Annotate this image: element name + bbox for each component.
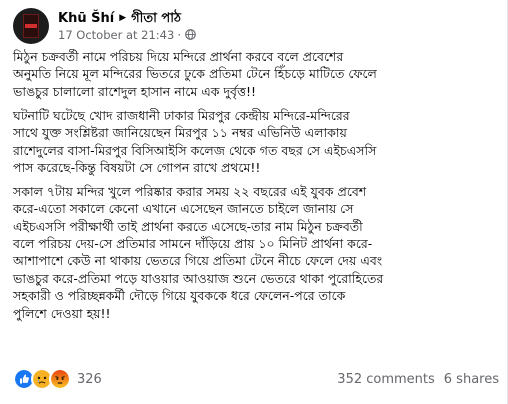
engagement-stats: 352 comments 6 shares (337, 372, 499, 387)
post-text-line: রাশেদুলের বাসা-মিরপুর বিসিআইসি কলেজ থেকে… (13, 142, 377, 158)
post-paragraph-2: ঘটনাটি ঘটেছে খোদ রাজধানী ঢাকার মিরপুর কে… (13, 107, 499, 177)
book-cover-image (23, 14, 39, 38)
post-footer: 326 352 comments 6 shares (13, 368, 499, 390)
globe-icon[interactable] (185, 29, 196, 40)
post-text-line: অনুমতি নিয়ে মূল মন্দিরের ভিতরে ঢুকে প্র… (13, 66, 377, 82)
shares-count[interactable]: 6 shares (444, 372, 499, 387)
author-name[interactable]: Khū Šhí (58, 10, 114, 27)
post-text-line: সহকারী ও পরিচ্ছন্নকর্মী দৌড়ে গিয়ে যুবক… (13, 288, 346, 304)
comments-count[interactable]: 352 comments (337, 372, 434, 387)
post-text-line: ভাঙচুর চালালো রাশেদুল হাসান নামে এক দুর্… (13, 83, 256, 99)
post-text-line: করে-এতো সকালে কেনো এখানে এসেছেন জানতে চা… (13, 201, 354, 217)
post-text-line: আশাপাশে কেউ না থাকায় ভেতরে গিয়ে প্রতিম… (13, 253, 383, 269)
post-text-line: ঘটনাটি ঘটেছে খোদ রাজধানী ঢাকার মিরপুর কে… (13, 107, 350, 123)
post-header: Khū Šhí ▶ গীতা পাঠ 17 October at 21:43 · (13, 6, 196, 46)
reactions-summary[interactable]: 326 (13, 368, 102, 390)
post-text-line: ভাঙচুর করে-প্রতিমা পড়ে যাওয়ার আওয়াজ শ… (13, 270, 384, 286)
post-card: Khū Šhí ▶ গীতা পাঠ 17 October at 21:43 ·… (0, 0, 508, 404)
author-line: Khū Šhí ▶ গীতা পাঠ (58, 10, 196, 27)
post-timestamp[interactable]: 17 October at 21:43 (58, 27, 174, 43)
post-paragraph-3: সকাল ৭টায় মন্দির খুলে পরিষ্কার করার সময… (13, 183, 499, 322)
post-text-line: সকাল ৭টায় মন্দির খুলে পরিষ্কার করার সময… (13, 183, 367, 199)
post-text-line: এইচএসসি পরীক্ষার্থী তাই প্রার্থনা করতে এ… (13, 218, 363, 234)
post-paragraph-1: মিঠুন চক্রবর্তী নামে পরিচয় দিয়ে মন্দির… (13, 48, 499, 100)
post-text-line: মিঠুন চক্রবর্তী নামে পরিচয় দিয়ে মন্দির… (13, 49, 344, 64)
post-subline: 17 October at 21:43 · (58, 27, 196, 43)
post-text-line: বলে পরিচয় দেয়-সে প্রতিমার সামনে দাঁড়ি… (13, 236, 373, 252)
reaction-count[interactable]: 326 (77, 372, 102, 387)
post-body: মিঠুন চক্রবর্তী নামে পরিচয় দিয়ে মন্দির… (13, 48, 499, 329)
post-text-line: পুলিশে দেওয়া হয়!! (13, 305, 111, 321)
post-text-line: পাস করেছে-কিন্তু বিষয়টা সে গোপন রাখে প্… (13, 159, 261, 175)
avatar[interactable] (13, 8, 49, 44)
angry-icon (49, 368, 71, 390)
separator-dot: · (177, 27, 181, 42)
group-name[interactable]: গীতা পাঠ (131, 10, 181, 27)
post-meta: Khū Šhí ▶ গীতা পাঠ 17 October at 21:43 · (58, 10, 196, 43)
post-text-line: সাথে যুক্ত সংশ্লিষ্টরা জানিয়েছেন মিরপুর… (13, 125, 347, 141)
caret-right-icon: ▶ (119, 12, 127, 23)
